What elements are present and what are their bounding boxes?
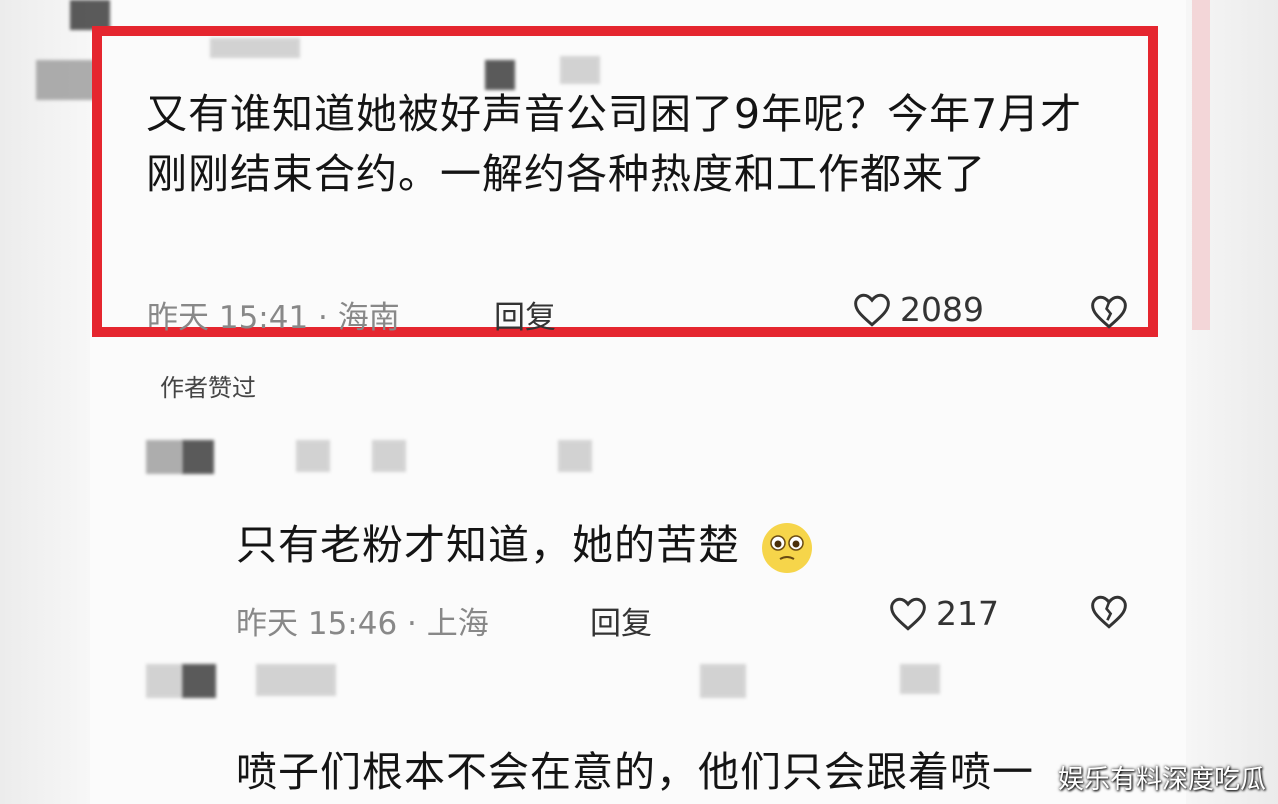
comment-2-text: 只有老粉才知道，她的苦楚 — [236, 515, 936, 575]
blurred-username — [256, 664, 336, 696]
left-edge — [0, 0, 90, 804]
comment-2-meta: 昨天 15:46 · 上海 — [236, 606, 489, 642]
right-edge — [1186, 0, 1278, 804]
heart-outline-icon — [854, 293, 890, 327]
comment-2-like-count: 217 — [936, 594, 999, 633]
blurred-username — [296, 440, 330, 472]
blurred-username — [558, 440, 592, 472]
comment-2-reply-button[interactable]: 回复 — [590, 598, 652, 643]
comment-2-text-content: 只有老粉才知道，她的苦楚 — [236, 521, 740, 569]
comment-1-like-button[interactable]: 2089 — [852, 290, 984, 329]
blurred-avatar — [146, 440, 182, 474]
comment-1-meta: 昨天 15:41 · 海南 — [147, 300, 400, 336]
comment-1-like-count: 2089 — [900, 290, 984, 329]
author-liked-label: 作者赞过 — [160, 374, 256, 402]
watermark: 娱乐有料深度吃瓜 — [1057, 765, 1266, 795]
screenshot-stage: 又有谁知道她被好声音公司困了9年呢？今年7月才刚刚结束合约。一解约各种热度和工作… — [0, 0, 1278, 804]
blurred-avatar — [182, 664, 216, 698]
heart-outline-icon — [890, 597, 926, 631]
blurred-username — [700, 664, 746, 698]
comment-3-text: 喷子们根本不会在意的，他们只会跟着喷一 — [236, 748, 1034, 796]
comment-2-like-button[interactable]: 217 — [888, 594, 999, 633]
blurred-username — [372, 440, 406, 472]
blurred-username — [900, 664, 940, 694]
comment-1-reply-button[interactable]: 回复 — [494, 292, 556, 337]
teary-face-emoji — [762, 523, 813, 573]
blurred-avatar — [146, 664, 182, 698]
comment-1-text: 又有谁知道她被好声音公司困了9年呢？今年7月才刚刚结束合约。一解约各种热度和工作… — [146, 90, 1083, 198]
blurred-avatar — [36, 60, 96, 100]
broken-heart-icon[interactable] — [1088, 594, 1130, 630]
broken-heart-icon[interactable] — [1088, 294, 1130, 330]
blurred-avatar — [182, 440, 214, 474]
